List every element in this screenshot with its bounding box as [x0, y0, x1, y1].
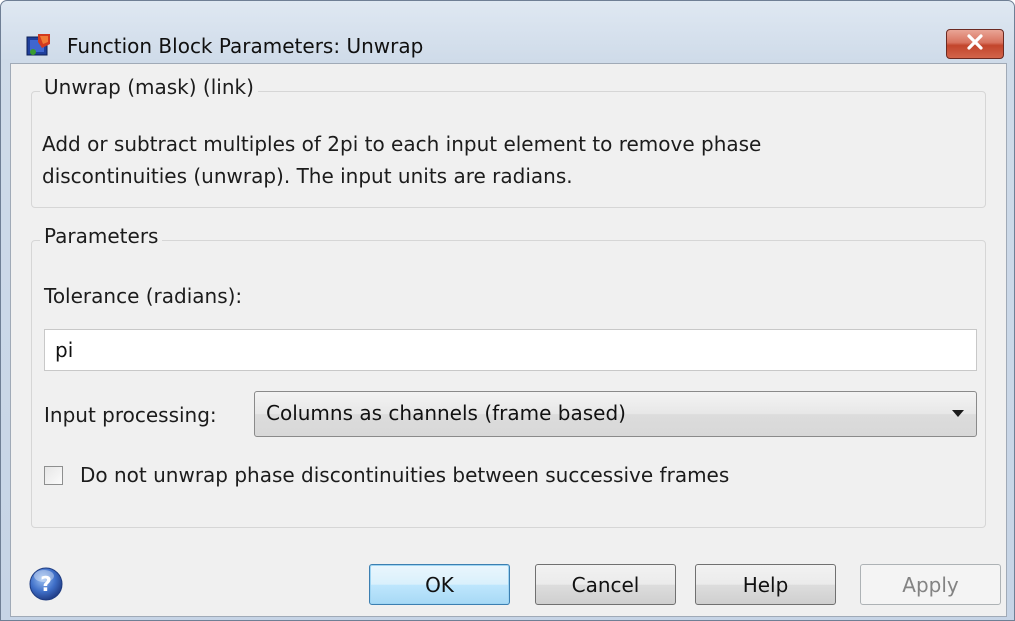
svg-text:?: ?	[40, 572, 52, 596]
help-icon[interactable]: ?	[28, 566, 64, 602]
description-line-1: Add or subtract multiples of 2pi to each…	[42, 132, 762, 156]
parameters-group: Parameters Tolerance (radians): Input pr…	[31, 224, 986, 528]
help-button[interactable]: Help	[695, 564, 836, 605]
ok-button[interactable]: OK	[369, 564, 510, 605]
description-line-2: discontinuities (unwrap). The input unit…	[42, 164, 573, 188]
chevron-down-icon	[952, 410, 964, 417]
dialog-client-area: Unwrap (mask) (link) Add or subtract mul…	[10, 63, 1007, 617]
dialog-window: Function Block Parameters: Unwrap Unwrap…	[0, 0, 1015, 621]
parameters-group-legend: Parameters	[40, 224, 163, 248]
tolerance-label: Tolerance (radians):	[44, 284, 243, 308]
apply-button[interactable]: Apply	[860, 564, 1001, 605]
simulink-block-icon	[26, 32, 52, 58]
block-description: Add or subtract multiples of 2pi to each…	[42, 128, 942, 192]
input-processing-value: Columns as channels (frame based)	[266, 401, 626, 425]
description-group: Unwrap (mask) (link) Add or subtract mul…	[31, 75, 986, 208]
no-unwrap-checkbox-label[interactable]: Do not unwrap phase discontinuities betw…	[80, 463, 729, 487]
input-processing-select[interactable]: Columns as channels (frame based)	[254, 391, 977, 437]
description-group-legend: Unwrap (mask) (link)	[40, 75, 258, 99]
input-processing-label: Input processing:	[44, 403, 217, 427]
title-bar[interactable]: Function Block Parameters: Unwrap	[1, 1, 1014, 61]
no-unwrap-checkbox[interactable]	[44, 466, 63, 485]
close-button[interactable]	[946, 29, 1004, 59]
tolerance-input[interactable]	[44, 329, 977, 371]
cancel-button[interactable]: Cancel	[535, 564, 676, 605]
window-title: Function Block Parameters: Unwrap	[67, 34, 424, 58]
close-icon	[966, 34, 984, 54]
